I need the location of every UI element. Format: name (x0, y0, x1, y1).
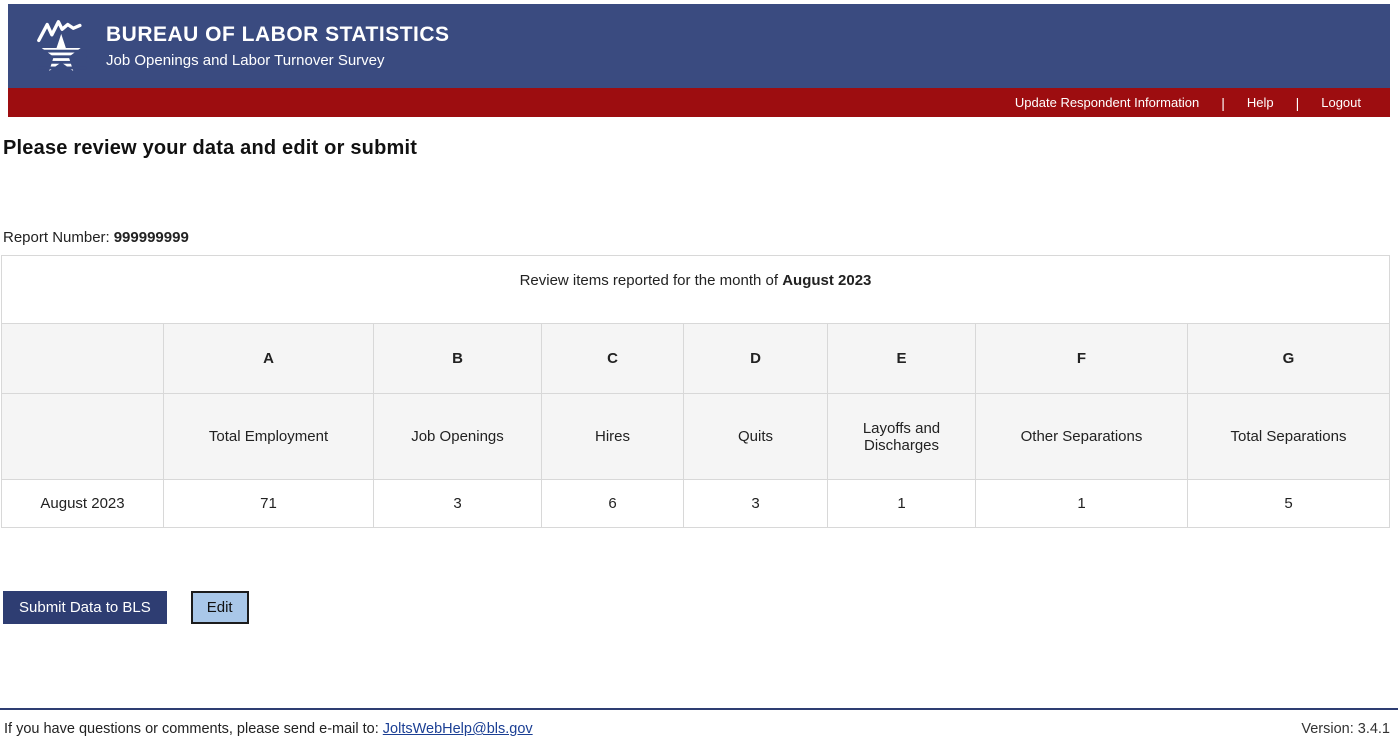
column-name-hires: Hires (542, 394, 684, 480)
email-link[interactable]: JoltsWebHelp@bls.gov (383, 721, 533, 737)
column-letter-f: F (976, 324, 1188, 394)
page-title: Please review your data and edit or subm… (3, 137, 1390, 160)
footer-help-text: If you have questions or comments, pleas… (4, 721, 533, 737)
column-letter-e: E (828, 324, 976, 394)
report-number-label: Report Number: (3, 229, 110, 246)
column-name-other-separations: Other Separations (976, 394, 1188, 480)
row-month-label: August 2023 (2, 480, 164, 528)
value-quits: 3 (684, 480, 828, 528)
corner-cell (2, 324, 164, 394)
edit-button[interactable]: Edit (191, 591, 249, 624)
table-row: August 2023 71 3 6 3 1 1 5 (2, 480, 1390, 528)
submit-data-button[interactable]: Submit Data to BLS (3, 591, 167, 624)
nav-separator: | (1296, 95, 1300, 111)
value-total-separations: 5 (1188, 480, 1390, 528)
column-letter-c: C (542, 324, 684, 394)
column-name-layoffs-discharges: Layoffs and Discharges (828, 394, 976, 480)
value-job-openings: 3 (374, 480, 542, 528)
main-content: Please review your data and edit or subm… (0, 137, 1398, 624)
column-name-job-openings: Job Openings (374, 394, 542, 480)
column-letter-d: D (684, 324, 828, 394)
bls-masthead: BUREAU OF LABOR STATISTICS Job Openings … (8, 4, 1390, 88)
column-name-total-employment: Total Employment (164, 394, 374, 480)
top-nav: Update Respondent Information | Help | L… (8, 88, 1390, 117)
nav-update-respondent-information[interactable]: Update Respondent Information (1011, 95, 1203, 110)
column-name-quits: Quits (684, 394, 828, 480)
value-layoffs-discharges: 1 (828, 480, 976, 528)
column-letter-g: G (1188, 324, 1390, 394)
value-hires: 6 (542, 480, 684, 528)
page-footer: If you have questions or comments, pleas… (0, 708, 1398, 737)
bls-star-logo-icon (36, 14, 92, 78)
value-total-employment: 71 (164, 480, 374, 528)
agency-title: BUREAU OF LABOR STATISTICS (106, 23, 450, 47)
column-name-total-separations: Total Separations (1188, 394, 1390, 480)
masthead-text: BUREAU OF LABOR STATISTICS Job Openings … (106, 23, 450, 68)
caption-month: August 2023 (782, 272, 871, 289)
action-buttons: Submit Data to BLS Edit (3, 591, 1390, 624)
table-caption: Review items reported for the month of A… (2, 256, 1390, 324)
column-name-row: Total Employment Job Openings Hires Quit… (2, 394, 1390, 480)
report-number: Report Number:999999999 (3, 229, 1390, 246)
nav-help[interactable]: Help (1243, 95, 1278, 110)
table-caption-row: Review items reported for the month of A… (2, 256, 1390, 324)
column-letter-a: A (164, 324, 374, 394)
report-number-value: 999999999 (114, 229, 189, 246)
review-table: Review items reported for the month of A… (1, 255, 1390, 528)
survey-subtitle: Job Openings and Labor Turnover Survey (106, 52, 450, 69)
value-other-separations: 1 (976, 480, 1188, 528)
corner-cell (2, 394, 164, 480)
caption-prefix: Review items reported for the month of (520, 272, 778, 289)
column-letter-row: A B C D E F G (2, 324, 1390, 394)
version-label: Version: 3.4.1 (1301, 721, 1390, 737)
nav-separator: | (1221, 95, 1225, 111)
nav-logout[interactable]: Logout (1317, 95, 1365, 110)
column-letter-b: B (374, 324, 542, 394)
